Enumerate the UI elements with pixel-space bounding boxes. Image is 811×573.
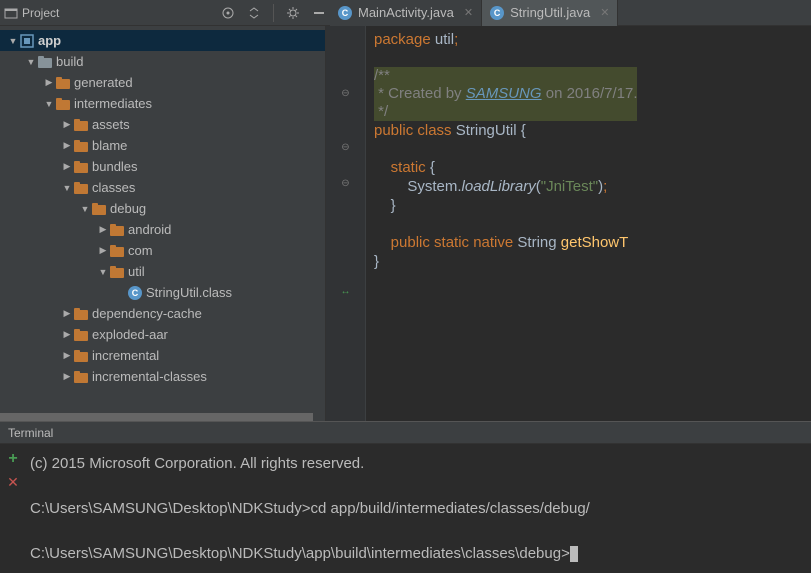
tab-stringutil[interactable]: C StringUtil.java ✕ — [482, 0, 618, 26]
tree-arrow-icon[interactable] — [42, 76, 56, 90]
tree-incremental[interactable]: incremental — [0, 345, 325, 366]
add-terminal-icon[interactable]: + — [8, 450, 17, 468]
tree-label: blame — [92, 138, 127, 153]
tree-arrow-icon[interactable] — [78, 202, 92, 216]
tree-classes[interactable]: classes — [0, 177, 325, 198]
java-class-icon: C — [338, 6, 352, 20]
tree-arrow-icon[interactable] — [60, 370, 74, 384]
tree-label: intermediates — [74, 96, 152, 111]
tree-arrow-icon[interactable] — [96, 223, 110, 237]
tree-arrow-icon[interactable] — [42, 97, 56, 111]
folder-icon — [110, 224, 124, 236]
tree-label: classes — [92, 180, 135, 195]
hide-icon[interactable] — [308, 2, 330, 24]
project-tree[interactable]: app build generated intermediates assets blam… — [0, 26, 326, 421]
class-file-icon: C — [128, 286, 142, 300]
terminal-cursor — [570, 546, 578, 562]
tree-label: assets — [92, 117, 130, 132]
collapse-icon[interactable] — [243, 2, 265, 24]
tree-dependency-cache[interactable]: dependency-cache — [0, 303, 325, 324]
terminal-toolbar: + ✕ — [0, 444, 26, 573]
close-icon[interactable]: ✕ — [600, 6, 609, 19]
tree-build[interactable]: build — [0, 51, 325, 72]
tree-arrow-icon[interactable] — [60, 139, 74, 153]
terminal-header[interactable]: Terminal — [0, 422, 811, 444]
tree-com[interactable]: com — [0, 240, 325, 261]
tree-label: util — [128, 264, 145, 279]
tree-assets[interactable]: assets — [0, 114, 325, 135]
tree-stringutil-class[interactable]: C StringUtil.class — [0, 282, 325, 303]
tree-arrow-icon[interactable] — [24, 55, 38, 69]
tree-label: incremental — [92, 348, 159, 363]
java-class-icon: C — [490, 6, 504, 20]
tree-arrow-icon[interactable] — [60, 160, 74, 174]
tree-label: app — [38, 33, 61, 48]
folder-icon — [74, 161, 88, 173]
tree-exploded-aar[interactable]: exploded-aar — [0, 324, 325, 345]
tree-label: StringUtil.class — [146, 285, 232, 300]
tree-arrow-icon[interactable] — [60, 118, 74, 132]
tree-label: build — [56, 54, 83, 69]
tree-generated[interactable]: generated — [0, 72, 325, 93]
tree-label: com — [128, 243, 153, 258]
target-icon[interactable] — [217, 2, 239, 24]
tree-label: exploded-aar — [92, 327, 168, 342]
folder-icon — [92, 203, 106, 215]
folder-icon — [74, 329, 88, 341]
tree-label: incremental-classes — [92, 369, 207, 384]
tree-debug[interactable]: debug — [0, 198, 325, 219]
tree-arrow-icon[interactable] — [60, 307, 74, 321]
tab-label: StringUtil.java — [510, 5, 590, 20]
tree-blame[interactable]: blame — [0, 135, 325, 156]
tree-arrow-icon[interactable] — [6, 34, 20, 48]
folder-icon — [110, 266, 124, 278]
editor-tabs: C MainActivity.java ✕ C StringUtil.java … — [330, 0, 618, 26]
tree-arrow-icon[interactable] — [60, 328, 74, 342]
editor-gutter: ⊖ ⊖ ⊖ ↔ — [326, 26, 366, 421]
tree-intermediates[interactable]: intermediates — [0, 93, 325, 114]
gear-icon[interactable] — [282, 2, 304, 24]
code-content[interactable]: package util; /** * Created by SAMSUNG o… — [366, 26, 811, 421]
folder-icon — [74, 371, 88, 383]
tree-arrow-icon[interactable] — [114, 286, 128, 300]
divider — [273, 4, 274, 22]
tree-arrow-icon[interactable] — [96, 265, 110, 279]
folder-icon — [74, 350, 88, 362]
tab-mainactivity[interactable]: C MainActivity.java ✕ — [330, 0, 482, 26]
module-icon — [20, 34, 34, 48]
tree-android[interactable]: android — [0, 219, 325, 240]
code-editor[interactable]: ⊖ ⊖ ⊖ ↔ package util; /** * Created by S… — [326, 26, 811, 421]
tree-arrow-icon[interactable] — [60, 181, 74, 195]
tree-util[interactable]: util — [0, 261, 325, 282]
tab-label: MainActivity.java — [358, 5, 454, 20]
folder-icon — [74, 140, 88, 152]
tree-incremental-classes[interactable]: incremental-classes — [0, 366, 325, 387]
folder-icon — [56, 98, 70, 110]
folder-icon — [56, 77, 70, 89]
tree-app[interactable]: app — [0, 30, 325, 51]
folder-icon — [38, 56, 52, 68]
folder-icon — [74, 308, 88, 320]
tree-label: generated — [74, 75, 133, 90]
terminal-title: Terminal — [8, 426, 53, 440]
tree-label: dependency-cache — [92, 306, 202, 321]
tree-bundles[interactable]: bundles — [0, 156, 325, 177]
folder-icon — [74, 119, 88, 131]
top-toolbar: Project C MainActivity.java ✕ C StringUt… — [0, 0, 811, 26]
project-title: Project — [22, 6, 59, 20]
tree-label: debug — [110, 201, 146, 216]
tree-arrow-icon[interactable] — [96, 244, 110, 258]
tree-label: android — [128, 222, 171, 237]
close-icon[interactable]: ✕ — [464, 6, 473, 19]
project-icon — [4, 6, 18, 20]
terminal-output[interactable]: (c) 2015 Microsoft Corporation. All righ… — [26, 444, 811, 573]
folder-icon — [110, 245, 124, 257]
tree-label: bundles — [92, 159, 138, 174]
tree-arrow-icon[interactable] — [60, 349, 74, 363]
close-terminal-icon[interactable]: ✕ — [7, 474, 19, 491]
folder-icon — [74, 182, 88, 194]
